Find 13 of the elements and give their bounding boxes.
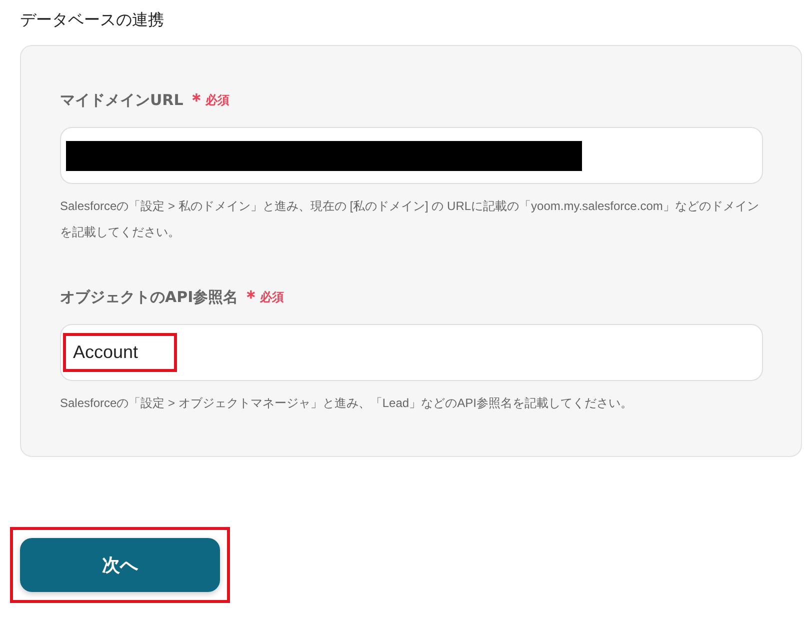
required-tag: 必須: [260, 288, 284, 306]
field-value: Account: [66, 336, 174, 369]
required-tag: 必須: [205, 92, 230, 108]
input-field[interactable]: [60, 127, 763, 184]
required-asterisk: ＊: [187, 89, 206, 112]
field-label: オブジェクトのAPI参照名: [60, 288, 238, 306]
section-title: データベースの連携: [20, 10, 165, 31]
input-field[interactable]: Account: [60, 324, 763, 381]
help-text: Salesforceの「設定 > オブジェクトマネージャ」と進み、「Lead」などのAPI参照名を記載してください。: [60, 395, 634, 412]
help-text: Salesforceの「設定 > 私のドメイン」と進み、現在の [私のドメイン] の URLに記載の「yoom.my.salesforce.com」などのドメインを記載してください。: [60, 198, 760, 241]
field-label: マイドメインURL: [60, 90, 184, 110]
required-asterisk: ＊: [242, 286, 260, 309]
next-button[interactable]: 次へ: [20, 538, 220, 592]
